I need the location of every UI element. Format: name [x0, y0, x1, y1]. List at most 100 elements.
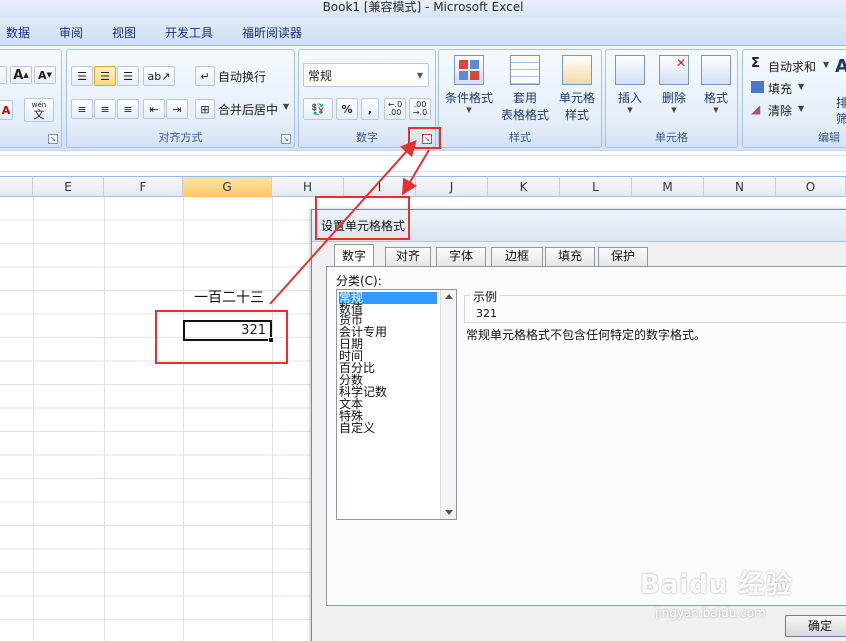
- autosum-label[interactable]: 自动求和: [768, 58, 816, 75]
- merge-center-icon: ⊞: [200, 102, 210, 116]
- autosum-icon: Σ: [751, 56, 760, 71]
- column-header-g[interactable]: G: [183, 177, 272, 197]
- conditional-format-label: 条件格式: [444, 91, 493, 105]
- formula-bar: [0, 150, 846, 177]
- column-header-f[interactable]: F: [104, 177, 183, 197]
- ok-button[interactable]: 确定: [785, 615, 846, 637]
- category-item-custom[interactable]: 自定义: [339, 422, 375, 434]
- formula-input[interactable]: [0, 155, 846, 172]
- grid-line: [272, 197, 273, 641]
- fill-dropdown-icon[interactable]: ▼: [798, 82, 804, 91]
- shrink-font-button[interactable]: A ▼: [34, 66, 56, 84]
- font-size-dropdown[interactable]: [0, 66, 7, 84]
- column-header-k[interactable]: K: [488, 177, 560, 197]
- alignment-launcher-icon[interactable]: ↘: [281, 134, 291, 144]
- number-format-select[interactable]: 常规 ▼: [303, 63, 429, 87]
- annotation-box-cell: [155, 310, 288, 364]
- orientation-button[interactable]: ab↗: [143, 66, 175, 86]
- column-header-j[interactable]: J: [416, 177, 488, 197]
- fill-icon: [751, 81, 764, 93]
- tab-fill[interactable]: 填充: [545, 247, 595, 266]
- column-header-o[interactable]: O: [776, 177, 846, 197]
- font-color-icon: A: [1, 103, 11, 117]
- format-as-table-button[interactable]: 套用 表格格式: [495, 55, 555, 127]
- insert-cells-icon: [615, 55, 645, 85]
- column-header-partial[interactable]: [0, 177, 33, 197]
- category-list[interactable]: 常规 数值 货币 会计专用 日期 时间 百分比 分数 科学记数 文本 特殊 自定…: [336, 289, 457, 520]
- tab-review[interactable]: 审阅: [59, 24, 83, 41]
- cell-styles-label-top: 单元格: [558, 91, 595, 105]
- wrap-text-label[interactable]: 自动换行: [218, 68, 266, 85]
- merge-center-label[interactable]: 合并后居中: [218, 101, 278, 118]
- shrink-font-icon: A: [38, 68, 47, 82]
- sort-filter-label-2[interactable]: 筛: [836, 110, 846, 127]
- tab-border[interactable]: 边框: [491, 247, 543, 266]
- sort-filter-label[interactable]: 排: [836, 94, 846, 111]
- tab-view[interactable]: 视图: [112, 24, 136, 41]
- wrap-text-icon-button[interactable]: ↵: [195, 66, 215, 86]
- grow-font-icon: A: [13, 67, 24, 83]
- delete-cells-button[interactable]: ✕ 删除 ▼: [652, 55, 696, 127]
- autosum-dropdown-icon[interactable]: ▼: [823, 60, 829, 69]
- increase-decimal-button[interactable]: ←.0.00: [384, 98, 406, 120]
- column-header-i[interactable]: I: [344, 177, 416, 197]
- increase-indent-icon: ⇥: [172, 102, 182, 116]
- clear-dropdown-icon[interactable]: ▼: [798, 104, 804, 113]
- sample-value: 321: [476, 307, 497, 320]
- tab-alignment[interactable]: 对齐: [385, 247, 431, 266]
- decrease-decimal-button[interactable]: .00 →.0: [409, 98, 431, 120]
- grid-line: [104, 197, 105, 641]
- grow-font-button[interactable]: A ▲: [10, 66, 32, 84]
- sample-groupbox: [464, 295, 846, 323]
- align-right-button[interactable]: ≡: [117, 99, 139, 119]
- chevron-down-icon: ▼: [416, 70, 423, 80]
- merge-center-icon-button[interactable]: ⊞: [195, 99, 215, 119]
- font-group: A ▲ A ▼ A wén 文 ↘: [0, 49, 62, 148]
- tab-foxit-reader[interactable]: 福昕阅读器: [242, 24, 302, 41]
- tab-developer[interactable]: 开发工具: [165, 24, 213, 41]
- align-left-icon: ≡: [77, 102, 87, 116]
- align-right-icon: ≡: [123, 102, 133, 116]
- accounting-format-button[interactable]: 💱: [303, 98, 333, 120]
- insert-cells-button[interactable]: 插入 ▼: [608, 55, 652, 127]
- tab-number[interactable]: 数字: [334, 244, 374, 267]
- comma-button[interactable]: ,: [361, 98, 379, 120]
- column-header-m[interactable]: M: [632, 177, 704, 197]
- percent-button[interactable]: %: [336, 98, 358, 120]
- fill-label[interactable]: 填充: [768, 80, 792, 97]
- column-header-h[interactable]: H: [272, 177, 344, 197]
- scroll-up-icon[interactable]: [445, 294, 453, 299]
- increase-indent-button[interactable]: ⇥: [166, 99, 188, 119]
- column-header-l[interactable]: L: [560, 177, 632, 197]
- percent-icon: %: [341, 102, 353, 116]
- category-scrollbar[interactable]: [440, 290, 456, 519]
- sort-filter-icon: AZ: [835, 56, 846, 77]
- column-header-e[interactable]: E: [33, 177, 104, 197]
- scroll-down-icon[interactable]: [445, 510, 453, 515]
- font-launcher-icon[interactable]: ↘: [48, 134, 58, 144]
- align-bottom-button[interactable]: ☰: [117, 66, 139, 86]
- cell-g-label[interactable]: 一百二十三: [194, 287, 264, 307]
- styles-group: 条件格式 ▼ 套用 表格格式 单元格 样式 样式: [438, 49, 602, 148]
- editing-group: Σ 自动求和 ▼ 填充 ▼ ◢ 清除 ▼ AZ 排 筛 编辑: [742, 49, 846, 148]
- merge-dropdown-icon[interactable]: ▼: [283, 102, 289, 111]
- align-middle-button[interactable]: ☰: [94, 66, 116, 86]
- tab-font[interactable]: 字体: [436, 247, 486, 266]
- align-top-button[interactable]: ☰: [71, 66, 93, 86]
- phonetic-button[interactable]: wén 文: [24, 98, 54, 122]
- cell-styles-button[interactable]: 单元格 样式: [551, 55, 603, 127]
- font-color-button[interactable]: A: [0, 100, 13, 120]
- insert-cells-label: 插入: [617, 91, 642, 105]
- tab-data[interactable]: 数据: [6, 24, 30, 41]
- tab-protection[interactable]: 保护: [598, 247, 648, 266]
- decrease-indent-button[interactable]: ⇤: [143, 99, 165, 119]
- column-header-n[interactable]: N: [704, 177, 776, 197]
- align-left-button[interactable]: ≡: [71, 99, 93, 119]
- phonetic-icon: 文: [33, 108, 45, 121]
- clear-label[interactable]: 清除: [768, 102, 792, 119]
- conditional-format-button[interactable]: 条件格式 ▼: [441, 55, 497, 127]
- category-label: 分类(C):: [336, 274, 382, 288]
- format-cells-button[interactable]: 格式 ▼: [694, 55, 738, 127]
- format-as-table-icon: [510, 55, 540, 85]
- align-center-button[interactable]: ≡: [94, 99, 116, 119]
